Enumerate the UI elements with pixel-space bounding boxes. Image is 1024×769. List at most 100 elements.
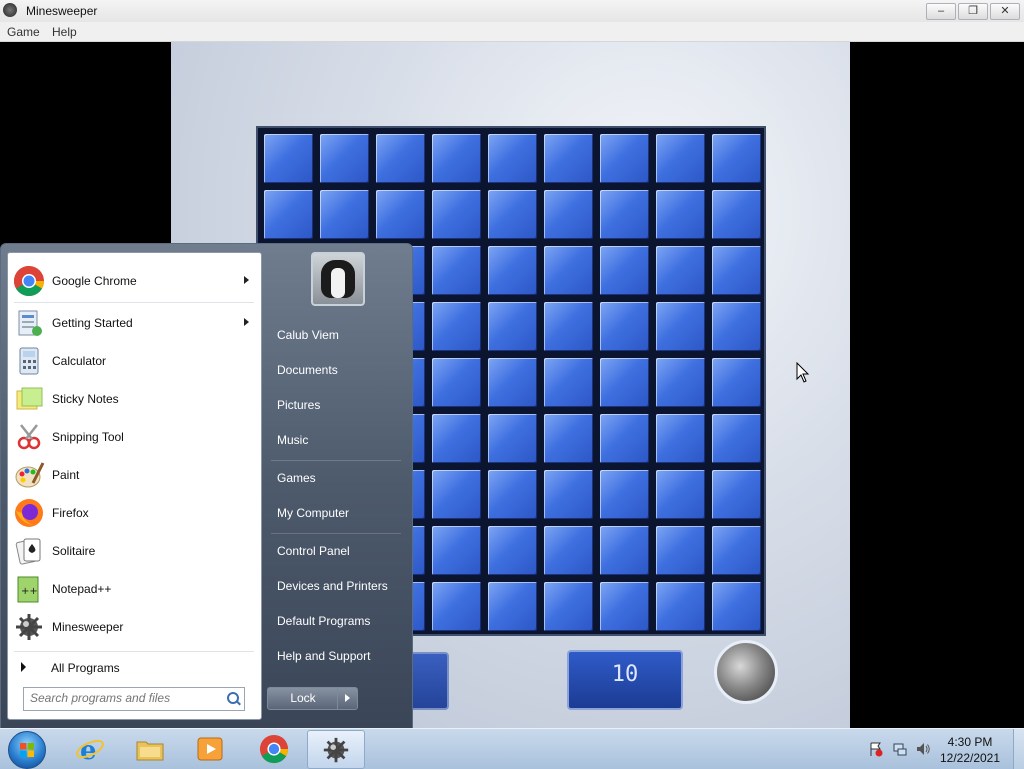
minefield-tile[interactable]	[656, 470, 705, 519]
minefield-tile[interactable]	[656, 358, 705, 407]
clock-date[interactable]: 12/22/2021	[930, 751, 1010, 765]
clock-time[interactable]: 4:30 PM	[930, 735, 1010, 749]
minefield-tile[interactable]	[544, 526, 593, 575]
minefield-tile[interactable]	[712, 414, 761, 463]
program-snipping-tool[interactable]: Snipping Tool	[8, 418, 261, 456]
minefield-tile[interactable]	[544, 302, 593, 351]
minefield-tile[interactable]	[544, 246, 593, 295]
devices-printers-link[interactable]: Devices and Printers	[263, 571, 408, 601]
program-paint[interactable]: Paint	[8, 456, 261, 494]
user-name-link[interactable]: Calub Viem	[263, 320, 408, 350]
minefield-tile[interactable]	[488, 526, 537, 575]
minefield-tile[interactable]	[432, 470, 481, 519]
program-calculator[interactable]: Calculator	[8, 342, 261, 380]
close-button[interactable]: ✕	[990, 3, 1020, 20]
search-input[interactable]	[24, 688, 226, 708]
minefield-tile[interactable]	[712, 470, 761, 519]
taskbar-media-player[interactable]	[182, 730, 238, 767]
menu-game[interactable]: Game	[7, 25, 40, 39]
minefield-tile[interactable]	[712, 582, 761, 631]
minefield-tile[interactable]	[712, 246, 761, 295]
all-programs-button[interactable]: All Programs	[8, 654, 261, 680]
minefield-tile[interactable]	[432, 414, 481, 463]
minefield-tile[interactable]	[600, 302, 649, 351]
minefield-tile[interactable]	[432, 526, 481, 575]
minefield-tile[interactable]	[656, 414, 705, 463]
games-link[interactable]: Games	[263, 463, 408, 493]
minefield-tile[interactable]	[376, 190, 425, 239]
program-solitaire[interactable]: Solitaire	[8, 532, 261, 570]
minefield-tile[interactable]	[656, 302, 705, 351]
minefield-tile[interactable]	[544, 582, 593, 631]
minefield-tile[interactable]	[600, 582, 649, 631]
minefield-tile[interactable]	[656, 582, 705, 631]
minefield-tile[interactable]	[432, 190, 481, 239]
lock-button[interactable]: Lock	[267, 687, 339, 710]
minefield-tile[interactable]	[544, 134, 593, 183]
minefield-tile[interactable]	[432, 134, 481, 183]
minefield-tile[interactable]	[600, 470, 649, 519]
minefield-tile[interactable]	[600, 134, 649, 183]
minefield-tile[interactable]	[544, 190, 593, 239]
minefield-tile[interactable]	[544, 470, 593, 519]
minefield-tile[interactable]	[600, 526, 649, 575]
minefield-tile[interactable]	[544, 414, 593, 463]
minefield-tile[interactable]	[712, 358, 761, 407]
documents-link[interactable]: Documents	[263, 355, 408, 385]
show-desktop-button[interactable]	[1013, 729, 1024, 769]
minefield-tile[interactable]	[264, 134, 313, 183]
minefield-tile[interactable]	[488, 246, 537, 295]
program-notepadpp[interactable]: ++ Notepad++	[8, 570, 261, 608]
menu-help[interactable]: Help	[52, 25, 77, 39]
taskbar-internet-explorer[interactable]: e	[62, 730, 118, 767]
pictures-link[interactable]: Pictures	[263, 390, 408, 420]
minefield-tile[interactable]	[600, 414, 649, 463]
minefield-tile[interactable]	[432, 582, 481, 631]
volume-icon[interactable]	[915, 741, 931, 757]
start-search-box[interactable]	[23, 687, 245, 711]
program-firefox[interactable]: Firefox	[8, 494, 261, 532]
minefield-tile[interactable]	[488, 190, 537, 239]
program-sticky-notes[interactable]: Sticky Notes	[8, 380, 261, 418]
user-avatar[interactable]	[311, 252, 365, 306]
minefield-tile[interactable]	[600, 358, 649, 407]
minefield-tile[interactable]	[656, 246, 705, 295]
minefield-tile[interactable]	[656, 134, 705, 183]
taskbar-chrome[interactable]	[246, 730, 302, 767]
taskbar-file-explorer[interactable]	[122, 730, 178, 767]
minefield-tile[interactable]	[600, 246, 649, 295]
minefield-tile[interactable]	[656, 190, 705, 239]
minefield-tile[interactable]	[376, 134, 425, 183]
minefield-tile[interactable]	[488, 414, 537, 463]
minefield-tile[interactable]	[320, 134, 369, 183]
minefield-tile[interactable]	[488, 582, 537, 631]
minefield-tile[interactable]	[320, 190, 369, 239]
minefield-tile[interactable]	[432, 246, 481, 295]
action-center-flag-icon[interactable]	[868, 741, 884, 757]
help-support-link[interactable]: Help and Support	[263, 641, 408, 671]
my-computer-link[interactable]: My Computer	[263, 498, 408, 528]
program-minesweeper[interactable]: Minesweeper	[8, 608, 261, 646]
minefield-tile[interactable]	[712, 526, 761, 575]
taskbar-minesweeper[interactable]	[307, 730, 365, 769]
minefield-tile[interactable]	[488, 302, 537, 351]
network-icon[interactable]	[892, 741, 908, 757]
search-icon[interactable]	[227, 692, 239, 704]
minefield-tile[interactable]	[488, 134, 537, 183]
minefield-tile[interactable]	[712, 190, 761, 239]
minefield-tile[interactable]	[544, 358, 593, 407]
minefield-tile[interactable]	[432, 302, 481, 351]
minefield-tile[interactable]	[600, 190, 649, 239]
minimize-button[interactable]: –	[926, 3, 956, 20]
default-programs-link[interactable]: Default Programs	[263, 606, 408, 636]
music-link[interactable]: Music	[263, 425, 408, 455]
minefield-tile[interactable]	[432, 358, 481, 407]
minefield-tile[interactable]	[712, 302, 761, 351]
minefield-tile[interactable]	[264, 190, 313, 239]
program-google-chrome[interactable]: Google Chrome	[8, 262, 261, 300]
shutdown-options-arrow-button[interactable]	[337, 687, 358, 710]
minefield-tile[interactable]	[488, 358, 537, 407]
minefield-tile[interactable]	[712, 134, 761, 183]
minefield-tile[interactable]	[488, 470, 537, 519]
start-button[interactable]	[8, 731, 46, 769]
